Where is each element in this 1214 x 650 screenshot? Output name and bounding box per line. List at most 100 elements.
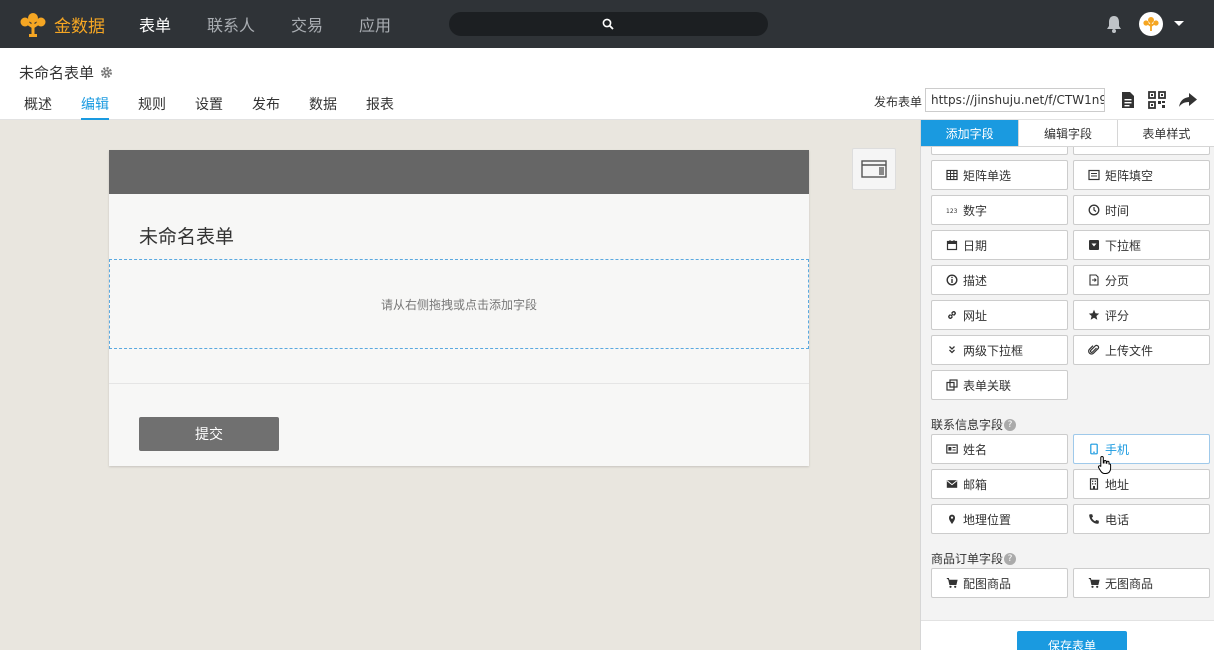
publish-url-field[interactable]: https://jinshuju.net/f/CTW1n9 bbox=[925, 88, 1105, 112]
phone-icon bbox=[1089, 514, 1099, 524]
field-list[interactable]: 矩阵单选 矩阵填空 123 数字 时间 日期 下拉框 描述 分页 网址 评分 两… bbox=[921, 147, 1214, 620]
preview-toggle-button[interactable] bbox=[852, 148, 896, 190]
publish-label: 发布表单 bbox=[874, 95, 923, 109]
field-button-location[interactable]: 地理位置 bbox=[931, 504, 1068, 534]
field-button-number[interactable]: 123 数字 bbox=[931, 195, 1068, 225]
field-button-email[interactable]: 邮箱 bbox=[931, 469, 1068, 499]
section-label-text: 联系信息字段 bbox=[931, 418, 1004, 432]
tab-publish[interactable]: 发布 bbox=[252, 94, 280, 120]
field-button-matrix-radio[interactable]: 矩阵单选 bbox=[931, 160, 1068, 190]
star-icon bbox=[1088, 309, 1100, 320]
field-label: 表单关联 bbox=[963, 378, 1012, 393]
nav-item-transactions[interactable]: 交易 bbox=[291, 12, 323, 36]
field-button-cascade-dropdown[interactable]: 两级下拉框 bbox=[931, 335, 1068, 365]
field-button-url[interactable]: 网址 bbox=[931, 300, 1068, 330]
field-button-date[interactable]: 日期 bbox=[931, 230, 1068, 260]
field-drop-zone[interactable]: 请从右侧拖拽或点击添加字段 bbox=[109, 259, 809, 349]
field-label: 日期 bbox=[963, 238, 988, 253]
avatar[interactable] bbox=[1139, 12, 1163, 36]
field-button-hidden-right[interactable] bbox=[1073, 147, 1210, 155]
form-header: 未命名表单 概述 编辑 规则 设置 发布 数据 报表 发布表单 https://… bbox=[0, 48, 1214, 120]
table-icon bbox=[946, 169, 958, 181]
tab-overview[interactable]: 概述 bbox=[24, 94, 52, 120]
field-label: 矩阵填空 bbox=[1105, 168, 1154, 183]
tab-add-field[interactable]: 添加字段 bbox=[921, 120, 1020, 146]
save-form-button[interactable]: 保存表单 bbox=[1017, 631, 1127, 650]
tab-data[interactable]: 数据 bbox=[309, 94, 337, 120]
form-tabs: 概述 编辑 规则 设置 发布 数据 报表 bbox=[24, 94, 423, 120]
cart-icon bbox=[946, 578, 958, 588]
field-button-matrix-fill[interactable]: 矩阵填空 bbox=[1073, 160, 1210, 190]
tab-rules[interactable]: 规则 bbox=[138, 94, 166, 120]
form-banner bbox=[109, 150, 809, 194]
link-icon bbox=[948, 311, 956, 319]
field-button-name[interactable]: 姓名 bbox=[931, 434, 1068, 464]
field-button-mobile[interactable]: 手机 bbox=[1073, 434, 1210, 464]
field-button-upload[interactable]: 上传文件 bbox=[1073, 335, 1210, 365]
field-button-phone[interactable]: 电话 bbox=[1073, 504, 1210, 534]
field-label: 时间 bbox=[1105, 203, 1130, 218]
avatar-logo-icon bbox=[1143, 17, 1159, 31]
field-button-dropdown[interactable]: 下拉框 bbox=[1073, 230, 1210, 260]
nav-item-contacts[interactable]: 联系人 bbox=[207, 12, 255, 36]
field-button-time[interactable]: 时间 bbox=[1073, 195, 1210, 225]
clock-icon bbox=[1088, 204, 1100, 216]
top-navbar: 金数据 表单 联系人 交易 应用 bbox=[0, 0, 1214, 48]
field-button-product-no-image[interactable]: 无图商品 bbox=[1073, 568, 1210, 598]
share-icon[interactable] bbox=[1178, 90, 1198, 110]
help-icon[interactable]: ? bbox=[1004, 552, 1017, 565]
field-label: 地址 bbox=[1105, 477, 1130, 492]
browser-window-icon bbox=[861, 160, 887, 178]
field-label: 数字 bbox=[963, 203, 988, 218]
qrcode-icon[interactable] bbox=[1147, 90, 1167, 110]
tab-edit-field[interactable]: 编辑字段 bbox=[1019, 120, 1118, 146]
field-label: 描述 bbox=[963, 273, 988, 288]
section-label-order: 商品订单字段? bbox=[931, 550, 1017, 567]
search-input[interactable] bbox=[449, 12, 768, 36]
field-label: 邮箱 bbox=[963, 477, 988, 492]
chevron-down-icon[interactable] bbox=[1174, 21, 1184, 26]
tab-settings[interactable]: 设置 bbox=[195, 94, 223, 120]
info-icon bbox=[946, 274, 958, 286]
field-button-address[interactable]: 地址 bbox=[1073, 469, 1210, 499]
submit-button[interactable]: 提交 bbox=[139, 417, 279, 451]
tab-reports[interactable]: 报表 bbox=[366, 94, 394, 120]
search-icon bbox=[602, 18, 614, 30]
field-button-hidden-left[interactable] bbox=[931, 147, 1068, 155]
brand-logo[interactable]: 金数据 bbox=[18, 0, 105, 48]
paperclip-icon bbox=[1088, 344, 1100, 355]
field-label: 无图商品 bbox=[1105, 576, 1154, 591]
gear-icon[interactable] bbox=[100, 66, 113, 79]
brand-name: 金数据 bbox=[54, 16, 105, 37]
svg-text:123: 123 bbox=[946, 208, 958, 215]
panel-tabs: 添加字段 编辑字段 表单样式 bbox=[921, 120, 1214, 147]
hand-cursor-icon bbox=[1097, 455, 1112, 474]
field-button-description[interactable]: 描述 bbox=[931, 265, 1068, 295]
help-icon[interactable]: ? bbox=[1004, 418, 1017, 431]
id-card-icon bbox=[946, 444, 958, 454]
page-title: 未命名表单 bbox=[19, 62, 113, 83]
field-label: 配图商品 bbox=[963, 576, 1012, 591]
form-title[interactable]: 未命名表单 bbox=[139, 222, 234, 249]
field-button-form-link[interactable]: 表单关联 bbox=[931, 370, 1068, 400]
field-label: 分页 bbox=[1105, 273, 1130, 288]
copy-icon bbox=[946, 379, 958, 391]
field-button-page-break[interactable]: 分页 bbox=[1073, 265, 1210, 295]
number-icon: 123 bbox=[946, 208, 958, 215]
field-label: 姓名 bbox=[963, 442, 988, 457]
field-button-product-with-image[interactable]: 配图商品 bbox=[931, 568, 1068, 598]
nav-item-apps[interactable]: 应用 bbox=[359, 12, 391, 36]
logo-icon bbox=[20, 13, 46, 37]
dropdown-icon bbox=[1089, 240, 1099, 250]
bell-icon[interactable] bbox=[1104, 14, 1124, 34]
drop-hint: 请从右侧拖拽或点击添加字段 bbox=[380, 297, 537, 312]
divider bbox=[109, 383, 809, 384]
copy-doc-icon[interactable] bbox=[1118, 90, 1138, 110]
form-preview-card: 未命名表单 请从右侧拖拽或点击添加字段 提交 bbox=[109, 150, 809, 466]
tab-form-style[interactable]: 表单样式 bbox=[1118, 120, 1214, 146]
tab-edit[interactable]: 编辑 bbox=[81, 94, 109, 120]
field-button-rating[interactable]: 评分 bbox=[1073, 300, 1210, 330]
nav-item-forms[interactable]: 表单 bbox=[139, 12, 171, 36]
main-nav: 表单 联系人 交易 应用 bbox=[139, 12, 427, 36]
field-label: 下拉框 bbox=[1105, 238, 1142, 253]
